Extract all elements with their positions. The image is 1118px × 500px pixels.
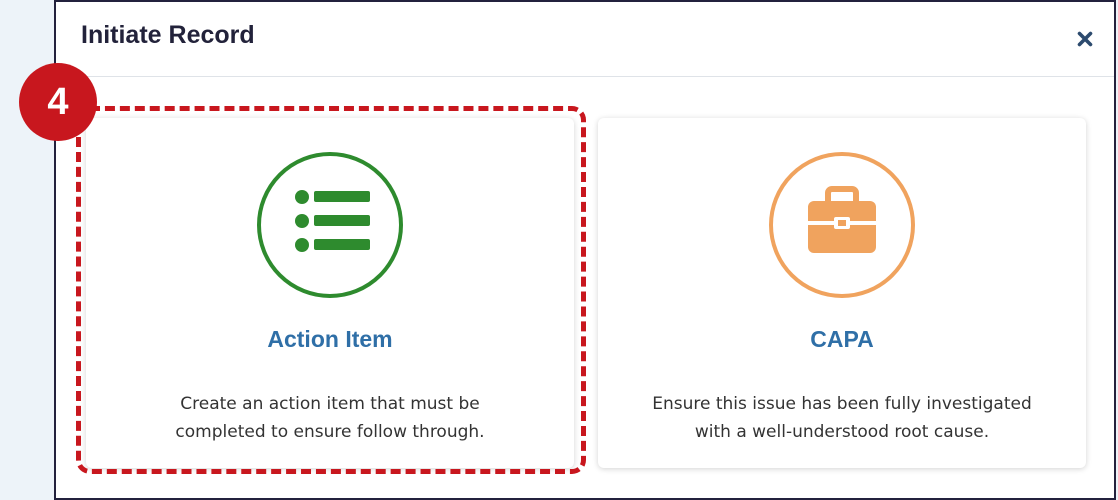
close-button[interactable] [1070, 24, 1100, 54]
action-item-description: Create an action item that must be compl… [86, 390, 574, 446]
capa-description-line-2: with a well-understood root cause. [694, 422, 990, 442]
action-item-card[interactable]: Action Item Create an action item that m… [86, 118, 574, 468]
modal-header: Initiate Record [56, 2, 1114, 77]
action-item-title: Action Item [267, 326, 393, 352]
list-icon [257, 152, 403, 298]
capa-description: Ensure this issue has been fully investi… [598, 390, 1086, 446]
action-item-description-line-2: completed to ensure follow through. [175, 422, 485, 442]
close-icon [1077, 31, 1093, 47]
step-badge: 4 [19, 63, 97, 141]
capa-card[interactable]: CAPA Ensure this issue has been fully in… [598, 118, 1086, 468]
action-item-description-line-1: Create an action item that must be [180, 394, 480, 414]
briefcase-icon [769, 152, 915, 298]
capa-title: CAPA [810, 326, 874, 352]
modal-title: Initiate Record [81, 21, 255, 49]
capa-description-line-1: Ensure this issue has been fully investi… [652, 394, 1032, 414]
